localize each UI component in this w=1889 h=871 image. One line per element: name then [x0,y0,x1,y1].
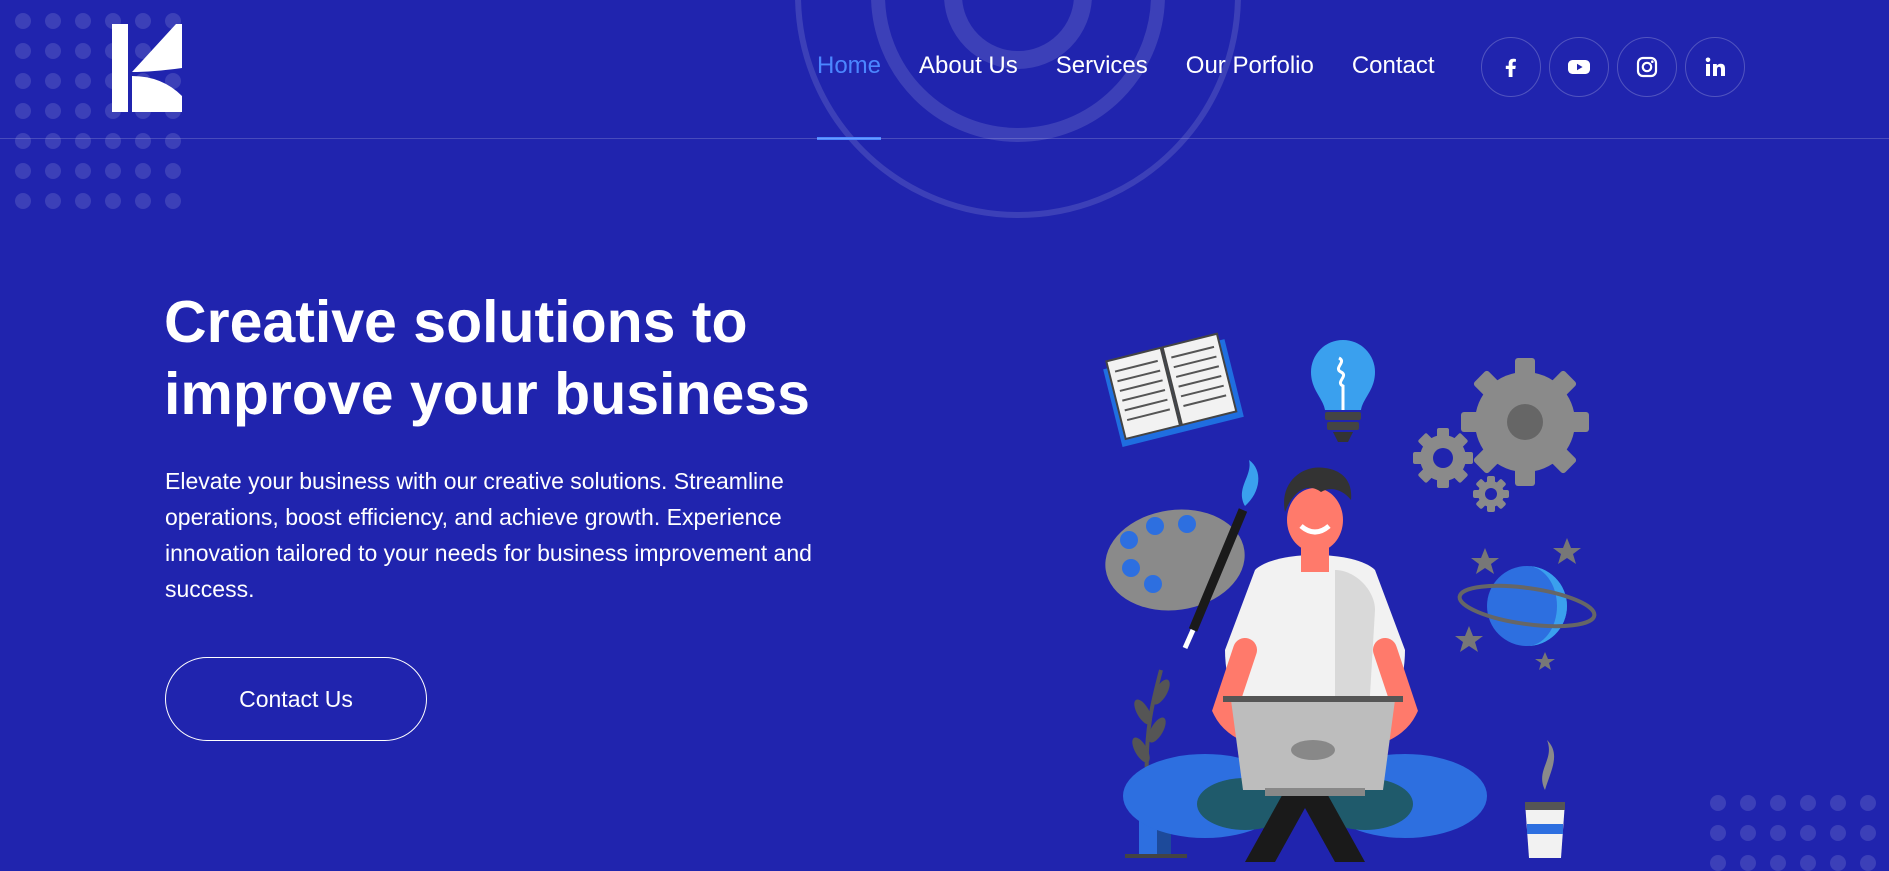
hero-description: Elevate your business with our creative … [165,468,812,602]
gears-icon [1413,358,1589,512]
site-header: Home About Us Services Our Porfolio Cont… [0,0,1889,140]
hero-title: Creative solutions to improve your busin… [164,286,884,430]
main-nav: Home About Us Services Our Porfolio Cont… [817,52,1435,140]
facebook-icon [1505,58,1516,77]
planet-icon [1455,538,1597,670]
contact-us-button[interactable]: Contact Us [165,657,427,741]
nav-services[interactable]: Services [1056,52,1148,80]
youtube-icon [1568,60,1590,74]
instagram-icon [1636,56,1658,78]
nav-home[interactable]: Home [817,52,882,140]
facebook-link[interactable] [1481,37,1541,97]
paint-palette-icon [1105,460,1259,650]
hero-title-line-2: improve your business [164,361,810,427]
nav-about-us[interactable]: About Us [919,52,1018,80]
k-letter-logo-icon[interactable] [112,24,182,112]
coffee-cup-icon [1525,740,1565,858]
nav-contact[interactable]: Contact [1352,52,1435,80]
linkedin-link[interactable] [1685,37,1745,97]
creative-person-illustration [1103,332,1597,862]
youtube-link[interactable] [1549,37,1609,97]
social-links [1481,37,1745,97]
hero-title-line-1: Creative solutions to [164,289,748,355]
nav-our-portfolio[interactable]: Our Porfolio [1186,52,1314,80]
lightbulb-icon [1311,340,1375,442]
header-divider [0,138,1889,139]
instagram-link[interactable] [1617,37,1677,97]
decorative-dot-grid-bottom-right [1710,795,1889,871]
open-book-icon [1103,332,1244,447]
linkedin-icon [1705,57,1725,76]
